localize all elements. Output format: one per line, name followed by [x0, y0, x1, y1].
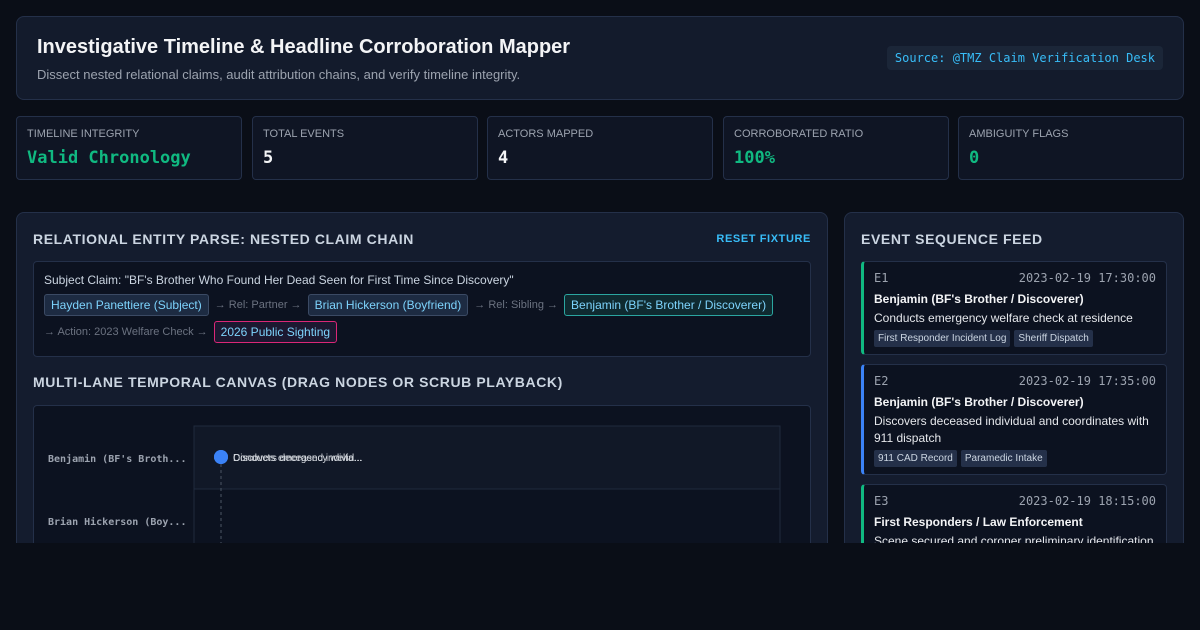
event-timestamp: 2023-02-19 17:30:00 — [1018, 271, 1156, 285]
lane-label-benjamin: Benjamin (BF's Broth... — [48, 453, 186, 465]
stat-actors-mapped: Actors Mapped 4 — [487, 116, 713, 180]
event-description: Scene secured and coroner preliminary id… — [874, 534, 1154, 543]
page-title: Investigative Timeline & Headline Corrob… — [37, 36, 571, 58]
event-actor: Benjamin (BF's Brother / Discoverer) — [874, 292, 1084, 306]
relation-action: → Action: 2023 Welfare Check → — [44, 326, 208, 338]
entity-chip-partner[interactable]: Brian Hickerson (Boyfriend) — [307, 294, 469, 316]
stat-value: 0 — [969, 148, 980, 168]
parse-panel-title: Relational Entity Parse: Nested Claim Ch… — [33, 231, 414, 247]
event-actor: Benjamin (BF's Brother / Discoverer) — [874, 395, 1084, 409]
entity-chip-subject[interactable]: Hayden Panettiere (Subject) — [44, 294, 209, 316]
stat-value: 4 — [498, 148, 509, 168]
source-tag: First Responder Incident Log — [874, 330, 1011, 347]
event-id: E2 — [874, 374, 889, 388]
event-tags: First Responder Incident Log Sheriff Dis… — [874, 330, 1093, 347]
lane-brian-band — [193, 488, 781, 543]
entity-chip-event[interactable]: 2026 Public Sighting — [213, 321, 338, 343]
event-card[interactable]: E2 2023-02-19 17:35:00 Benjamin (BF's Br… — [861, 364, 1167, 475]
canvas-title: Multi-Lane Temporal Canvas (Drag Nodes o… — [33, 374, 563, 390]
event-tags: 911 CAD Record Paramedic Intake — [874, 450, 1047, 467]
relation-sibling: → Rel: Sibling → — [474, 299, 559, 311]
stat-label: Total Events — [263, 128, 345, 140]
stat-label: Ambiguity Flags — [969, 128, 1069, 140]
source-tag: 911 CAD Record — [874, 450, 957, 467]
subject-claim: Subject Claim: "BF's Brother Who Found H… — [44, 273, 514, 287]
timeline-node-e2[interactable] — [214, 450, 228, 464]
temporal-canvas[interactable]: Benjamin (BF's Broth... Brian Hickerson … — [33, 405, 811, 543]
stat-label: Actors Mapped — [498, 128, 594, 140]
source-tag: Sheriff Dispatch — [1014, 330, 1093, 347]
lane-label-brian: Brian Hickerson (Boy... — [48, 516, 186, 528]
reset-fixture-button[interactable]: RESET FIXTURE — [716, 233, 811, 245]
stat-value: 100% — [734, 148, 775, 168]
page-subtitle: Dissect nested relational claims, audit … — [37, 67, 521, 82]
entity-chain: Hayden Panettiere (Subject) → Rel: Partn… — [44, 294, 804, 343]
event-timestamp: 2023-02-19 18:15:00 — [1018, 494, 1156, 508]
event-card[interactable]: E3 2023-02-19 18:15:00 First Responders … — [861, 484, 1167, 543]
event-description: Conducts emergency welfare check at resi… — [874, 311, 1133, 325]
stat-total-events: Total Events 5 — [252, 116, 478, 180]
event-card[interactable]: E1 2023-02-19 17:30:00 Benjamin (BF's Br… — [861, 261, 1167, 355]
stat-value: Valid Chronology — [27, 148, 191, 168]
stat-value: 5 — [263, 148, 274, 168]
relation-partner: → Rel: Partner → — [214, 299, 302, 311]
timeline-node-label: Discovers deceased individ... — [233, 453, 363, 464]
source-tag: Paramedic Intake — [960, 450, 1047, 467]
event-actor: First Responders / Law Enforcement — [874, 515, 1083, 529]
temporal-canvas-svg: Benjamin (BF's Broth... Brian Hickerson … — [48, 425, 781, 543]
entity-chip-sibling[interactable]: Benjamin (BF's Brother / Discoverer) — [564, 294, 774, 316]
event-timestamp: 2023-02-19 17:35:00 — [1018, 374, 1156, 388]
stat-label: Timeline Integrity — [27, 128, 140, 140]
stat-ambiguity-flags: Ambiguity Flags 0 — [958, 116, 1184, 180]
page-header: Investigative Timeline & Headline Corrob… — [16, 16, 1184, 100]
app-viewport: Investigative Timeline & Headline Corrob… — [0, 0, 1200, 543]
relational-parse-panel: Relational Entity Parse: Nested Claim Ch… — [16, 212, 828, 543]
source-badge: Source: @TMZ Claim Verification Desk — [886, 46, 1163, 70]
event-id: E1 — [874, 271, 889, 285]
claim-box: Subject Claim: "BF's Brother Who Found H… — [33, 261, 811, 357]
feed-title: Event Sequence Feed — [861, 231, 1043, 247]
event-id: E3 — [874, 494, 889, 508]
event-sequence-panel: Event Sequence Feed E1 2023-02-19 17:30:… — [844, 212, 1184, 543]
event-description: Discovers deceased individual and coordi… — [874, 414, 1149, 445]
stat-timeline-integrity: Timeline Integrity Valid Chronology — [16, 116, 242, 180]
stat-corroborated-ratio: Corroborated Ratio 100% — [723, 116, 949, 180]
stat-label: Corroborated Ratio — [734, 128, 864, 140]
